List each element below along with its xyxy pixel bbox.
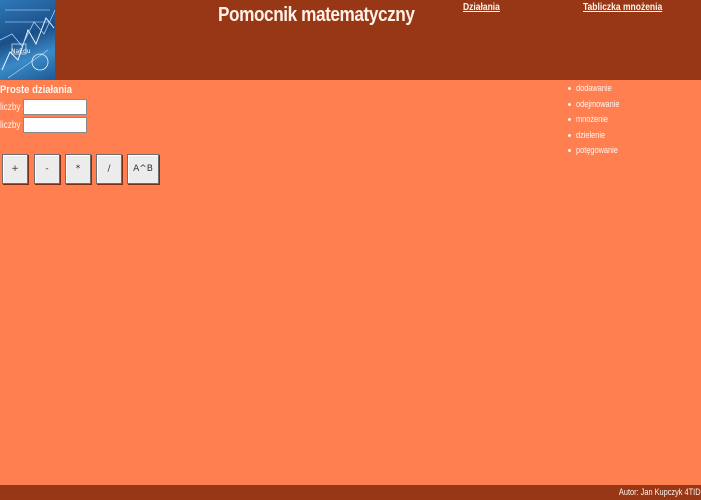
power-button[interactable]: A^B xyxy=(127,154,159,184)
bullet-icon xyxy=(568,133,571,137)
divide-button[interactable]: / xyxy=(96,154,122,184)
menu-item-potegowanie[interactable]: potęgowanie xyxy=(568,145,629,161)
menu-item-label: mnożenie xyxy=(576,114,609,124)
form-title: Proste działania xyxy=(0,84,73,96)
header-bar: NaEdu Pomocnik matematyczny Działania Ta… xyxy=(0,0,701,80)
site-logo: NaEdu xyxy=(0,0,55,80)
footer-bar: Autor: Jan Kupczyk 4TID xyxy=(0,485,701,500)
bullet-icon xyxy=(568,149,571,152)
bullet-icon xyxy=(568,102,571,106)
nav-link-dzialania[interactable]: Działania xyxy=(463,2,500,13)
menu-item-label: odejmowanie xyxy=(576,98,620,109)
menu-item-label: dzielenie xyxy=(576,129,606,140)
logo-text: NaEdu xyxy=(11,48,31,55)
input-a[interactable] xyxy=(23,99,87,115)
multiply-button[interactable]: * xyxy=(65,154,91,184)
page-title: Pomocnik matematyczny xyxy=(218,4,415,26)
menu-item-label: dodawanie xyxy=(576,83,612,93)
page: NaEdu Pomocnik matematyczny Działania Ta… xyxy=(0,0,701,500)
operations-menu: dodawanie odejmowanie mnożenie dzielenie… xyxy=(568,83,629,161)
menu-item-mnozenie[interactable]: mnożenie xyxy=(568,114,629,130)
nav-link-tabliczka-mnozenia[interactable]: Tabliczka mnożenia xyxy=(583,2,662,13)
bullet-icon xyxy=(568,87,571,90)
subtract-button[interactable]: - xyxy=(34,154,60,184)
menu-item-dzielenie[interactable]: dzielenie xyxy=(568,130,629,146)
input-b[interactable] xyxy=(23,117,87,133)
menu-item-odejmowanie[interactable]: odejmowanie xyxy=(568,99,629,115)
menu-item-dodawanie[interactable]: dodawanie xyxy=(568,83,629,99)
menu-item-label: potęgowanie xyxy=(576,145,618,155)
bullet-icon xyxy=(568,118,571,121)
add-button[interactable]: + xyxy=(2,154,28,184)
footer-author: Autor: Jan Kupczyk 4TID xyxy=(619,487,701,497)
math-collage-logo-icon: NaEdu xyxy=(0,9,55,79)
